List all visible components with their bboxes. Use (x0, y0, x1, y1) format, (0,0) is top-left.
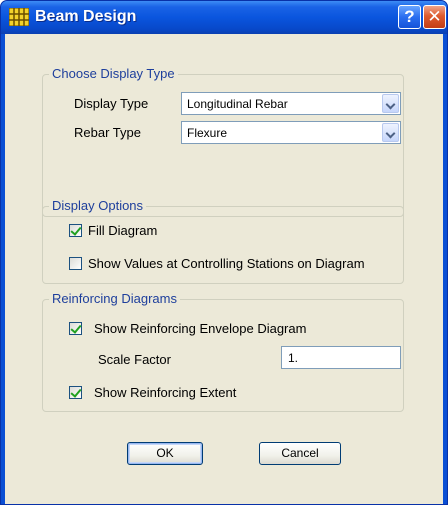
close-button[interactable]: ✕ (423, 5, 446, 29)
display-options-group-title: Display Options (49, 198, 147, 213)
title-bar[interactable]: Beam Design ? ✕ (1, 1, 447, 34)
envelope-diagram-checkbox[interactable] (69, 322, 82, 335)
help-button[interactable]: ? (398, 5, 421, 29)
reinforcing-diagrams-group: Reinforcing Diagrams Show Reinforcing En… (42, 291, 404, 412)
rebar-type-label: Rebar Type (74, 125, 141, 140)
display-type-select[interactable]: Longitudinal Rebar (181, 92, 401, 115)
window-title: Beam Design (35, 8, 137, 25)
reinforcing-extent-checkbox[interactable] (69, 386, 82, 399)
display-type-label: Display Type (74, 96, 149, 111)
fill-diagram-checkbox[interactable] (69, 224, 82, 237)
cancel-button[interactable]: Cancel (259, 442, 341, 465)
dialog-body: Choose Display Type Display Type Longitu… (5, 34, 443, 504)
reinforcing-group-title: Reinforcing Diagrams (49, 291, 180, 306)
display-type-group-title: Choose Display Type (49, 66, 178, 81)
scale-factor-input[interactable]: 1. (281, 346, 401, 369)
beam-design-dialog: Beam Design ? ✕ Choose Display Type Disp… (0, 0, 448, 505)
show-values-label[interactable]: Show Values at Controlling Stations on D… (88, 256, 365, 271)
rebar-type-value: Flexure (187, 126, 228, 140)
close-icon: ✕ (427, 7, 442, 26)
display-type-group: Choose Display Type Display Type Longitu… (42, 66, 404, 217)
chevron-down-icon[interactable] (382, 94, 399, 113)
show-values-checkbox[interactable] (69, 257, 82, 270)
envelope-diagram-label[interactable]: Show Reinforcing Envelope Diagram (94, 321, 306, 336)
reinforcing-extent-label[interactable]: Show Reinforcing Extent (94, 385, 236, 400)
help-icon: ? (404, 7, 415, 26)
app-grid-icon (8, 7, 30, 27)
display-options-group: Display Options Fill Diagram Show Values… (42, 198, 404, 284)
fill-diagram-label[interactable]: Fill Diagram (88, 223, 157, 238)
scale-factor-label: Scale Factor (98, 352, 171, 367)
chevron-down-icon[interactable] (382, 123, 399, 142)
ok-button[interactable]: OK (127, 442, 203, 465)
display-type-value: Longitudinal Rebar (187, 97, 288, 111)
rebar-type-select[interactable]: Flexure (181, 121, 401, 144)
